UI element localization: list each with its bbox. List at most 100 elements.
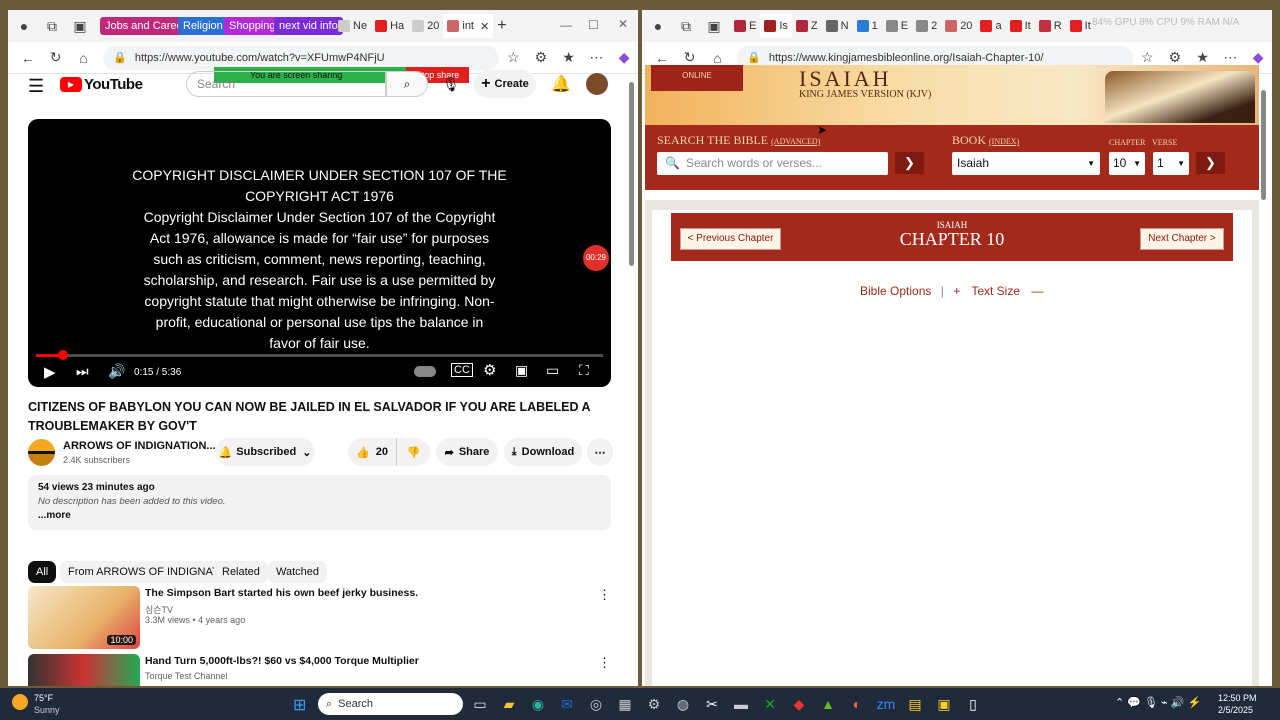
url-field[interactable]: 🔒 https://www.youtube.com/watch?v=XFUmwP4… [103,45,500,70]
copilot-icon[interactable]: ◆ [610,46,638,70]
next-chapter-button[interactable]: Next Chapter > [1140,228,1224,250]
minimize-icon[interactable]: — [560,18,572,32]
tab-2[interactable]: Z [792,14,822,38]
channel-name[interactable]: ARROWS OF INDIGNATION... [63,440,216,452]
star-icon[interactable]: ☆ [499,46,527,70]
folder-icon[interactable]: ▰ [497,692,521,716]
rec-menu-icon-2[interactable]: ⋮ [598,655,611,671]
back-icon[interactable]: ← [14,46,42,70]
more-link[interactable]: ...more [38,510,601,521]
description-box[interactable]: 54 views 23 minutes ago No description h… [28,475,611,530]
index-link[interactable]: (INDEX) [989,137,1019,146]
yt-search-button[interactable]: ⌕ [386,71,428,97]
miniplayer-icon[interactable]: ▣ [515,362,528,379]
clock-time[interactable]: 12:50 PM [1218,693,1257,703]
like-button[interactable]: 👍 20 [348,438,396,466]
profile-icon[interactable]: ● [10,14,38,38]
refresh-icon[interactable]: ↻ [42,46,70,70]
taskbar-search[interactable]: ⌕ Search [318,693,463,715]
dislike-button[interactable]: 👎 [396,438,430,466]
profile-icon[interactable]: ● [644,14,672,38]
rec-thumbnail-1[interactable]: 10:00 [28,586,140,649]
tab-ne[interactable]: Ne [334,14,371,38]
rec-channel-2[interactable]: Torque Test Channel [145,671,227,681]
advanced-link[interactable]: (ADVANCED) [771,137,820,146]
menu-icon[interactable]: ⋯ [583,46,611,70]
tab-0[interactable]: E [730,14,760,38]
verse-select[interactable]: 1 ▼ [1153,152,1189,175]
capcut-icon[interactable]: ✂ [700,692,724,716]
bookmark-shopping[interactable]: Shopping [224,17,281,35]
next-icon[interactable]: ⏭ [76,363,89,380]
download-button[interactable]: ⤓ Download [504,438,582,466]
search-go-button[interactable]: ❯ [895,152,924,174]
close-tab-icon[interactable]: ✕ [480,20,489,33]
text-size-decrease[interactable]: — [1031,284,1043,298]
create-button[interactable]: + Create [474,70,536,98]
tray-icons[interactable]: ⌃ 💬 🎙 ⌁ 🔊 ⚡ [1115,696,1201,709]
theater-mode-icon[interactable]: ▭ [546,362,559,379]
notifications-icon[interactable]: 🔔 [551,74,571,94]
chapter-select[interactable]: 10 ▼ [1109,152,1145,175]
fullscreen-icon[interactable]: ⛶ [579,362,589,379]
filter-from-channel[interactable]: From ARROWS OF INDIGNATI... [60,561,239,583]
tab-5[interactable]: E [882,14,912,38]
bookmark-religion[interactable]: Religion [178,17,228,35]
filter-watched[interactable]: Watched [268,561,328,583]
keyboard-icon[interactable]: ▬ [729,692,753,716]
kjv-online-logo[interactable]: ONLINE [651,65,743,91]
calculator-icon[interactable]: ▦ [613,692,637,716]
workspaces-icon[interactable]: ⧉ [672,14,700,38]
captions-icon[interactable]: CC [451,363,473,377]
video-player[interactable]: COPYRIGHT DISCLAIMER UNDER SECTION 107 O… [28,119,611,387]
autoplay-toggle[interactable] [414,366,436,377]
filter-all[interactable]: All [28,561,57,583]
bible-options-link[interactable]: Bible Options [860,284,931,298]
workspaces-icon[interactable]: ⧉ [38,14,66,38]
bookmark-next-vid-info[interactable]: next vid info [274,17,343,35]
nvidia-icon[interactable]: ▲ [816,692,840,716]
progress-handle[interactable] [57,350,68,360]
camera-icon[interactable]: ◎ [584,692,608,716]
subscribed-button[interactable]: 🔔 Subscribed ⌄ [215,438,315,466]
youtube-logo[interactable]: ▶ YouTube [60,76,143,93]
tab-10[interactable]: R [1035,14,1066,38]
rec-thumbnail-2[interactable] [28,654,140,686]
progress-track[interactable] [36,354,603,357]
app2-icon[interactable]: ▣ [932,692,956,716]
rec-title-1[interactable]: The Simpson Bart started his own beef je… [145,587,418,599]
firefox-icon[interactable]: ◐ [845,692,869,716]
favorites-icon[interactable]: ★ [555,46,583,70]
rec-menu-icon-1[interactable]: ⋮ [598,587,611,603]
start-icon[interactable]: ⊞ [293,695,306,715]
tab-6[interactable]: 2 [912,14,941,38]
channel-avatar[interactable] [28,439,55,466]
tab-20[interactable]: 20 [408,14,443,38]
notes-icon[interactable]: ▤ [903,692,927,716]
maximize-icon[interactable]: ☐ [588,18,599,32]
weather-temp[interactable]: 75°F [34,693,53,703]
go-button[interactable]: ❯ [1196,152,1225,174]
chrome-icon[interactable]: ◍ [671,692,695,716]
tab-9[interactable]: It [1006,14,1035,38]
xbox-icon[interactable]: ✕ [758,692,782,716]
extensions-icon[interactable]: ⚙ [527,46,555,70]
left-scrollbar[interactable] [629,82,634,266]
rec-title-2[interactable]: Hand Turn 5,000ft-lbs?! $60 vs $4,000 To… [145,655,419,667]
bible-search-input[interactable]: 🔍 Search words or verses... [657,152,888,175]
right-scrollbar[interactable] [1261,90,1266,200]
tab-4[interactable]: 1 [853,14,882,38]
tab-actions-icon[interactable]: ▣ [700,14,728,38]
home-icon[interactable]: ⌂ [69,46,97,70]
zoom-icon[interactable]: zm [874,692,898,716]
files-icon[interactable]: ▭ [468,692,492,716]
settings-icon[interactable]: ⚙ [642,692,666,716]
tab-8[interactable]: a [976,14,1005,38]
tab-int[interactable]: int ✕ [443,14,494,38]
book-select[interactable]: Isaiah ▼ [952,152,1100,175]
yt-search-input[interactable]: Search [186,71,386,97]
close-window-icon[interactable]: ✕ [618,17,628,31]
hamburger-menu-icon[interactable]: ☰ [28,76,44,97]
text-size-increase[interactable]: + [953,284,960,298]
tab-11[interactable]: It [1066,14,1095,38]
